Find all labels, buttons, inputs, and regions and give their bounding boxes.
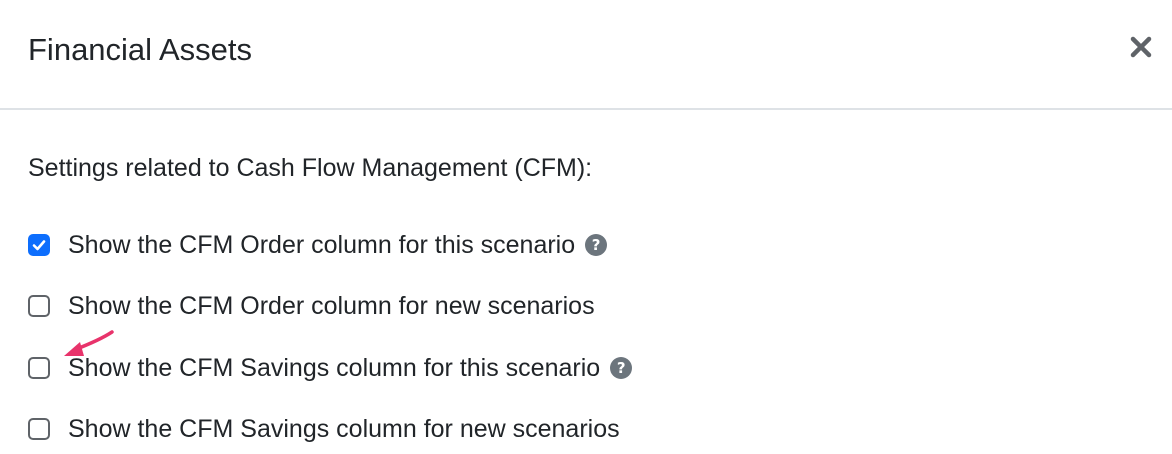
close-button[interactable]	[1124, 30, 1158, 64]
option-label: Show the CFM Order column for this scena…	[68, 231, 576, 259]
option-cfm-savings-new-scenarios[interactable]: Show the CFM Savings column for new scen…	[28, 412, 620, 446]
option-cfm-savings-this-scenario[interactable]: Show the CFM Savings column for this sce…	[28, 351, 633, 385]
help-icon[interactable]: ?	[610, 357, 633, 379]
option-label: Show the CFM Order column for new scenar…	[68, 292, 595, 320]
checkmark-icon	[32, 240, 46, 251]
modal-header: Financial Assets	[0, 0, 1172, 110]
close-icon	[1130, 36, 1152, 58]
option-label: Show the CFM Savings column for new scen…	[68, 415, 620, 443]
help-icon[interactable]: ?	[585, 234, 608, 256]
checkbox-cfm-order-this-scenario[interactable]	[28, 234, 50, 256]
option-cfm-order-this-scenario[interactable]: Show the CFM Order column for this scena…	[28, 228, 608, 262]
option-label: Show the CFM Savings column for this sce…	[68, 354, 601, 382]
checkbox-cfm-savings-this-scenario[interactable]	[28, 357, 50, 379]
option-cfm-order-new-scenarios[interactable]: Show the CFM Order column for new scenar…	[28, 289, 595, 323]
modal-title: Financial Assets	[28, 32, 252, 67]
settings-intro-text: Settings related to Cash Flow Management…	[28, 154, 593, 182]
checkbox-cfm-savings-new-scenarios[interactable]	[28, 418, 50, 440]
checkbox-cfm-order-new-scenarios[interactable]	[28, 295, 50, 317]
financial-assets-modal: Financial Assets Settings related to Cas…	[0, 0, 1172, 454]
